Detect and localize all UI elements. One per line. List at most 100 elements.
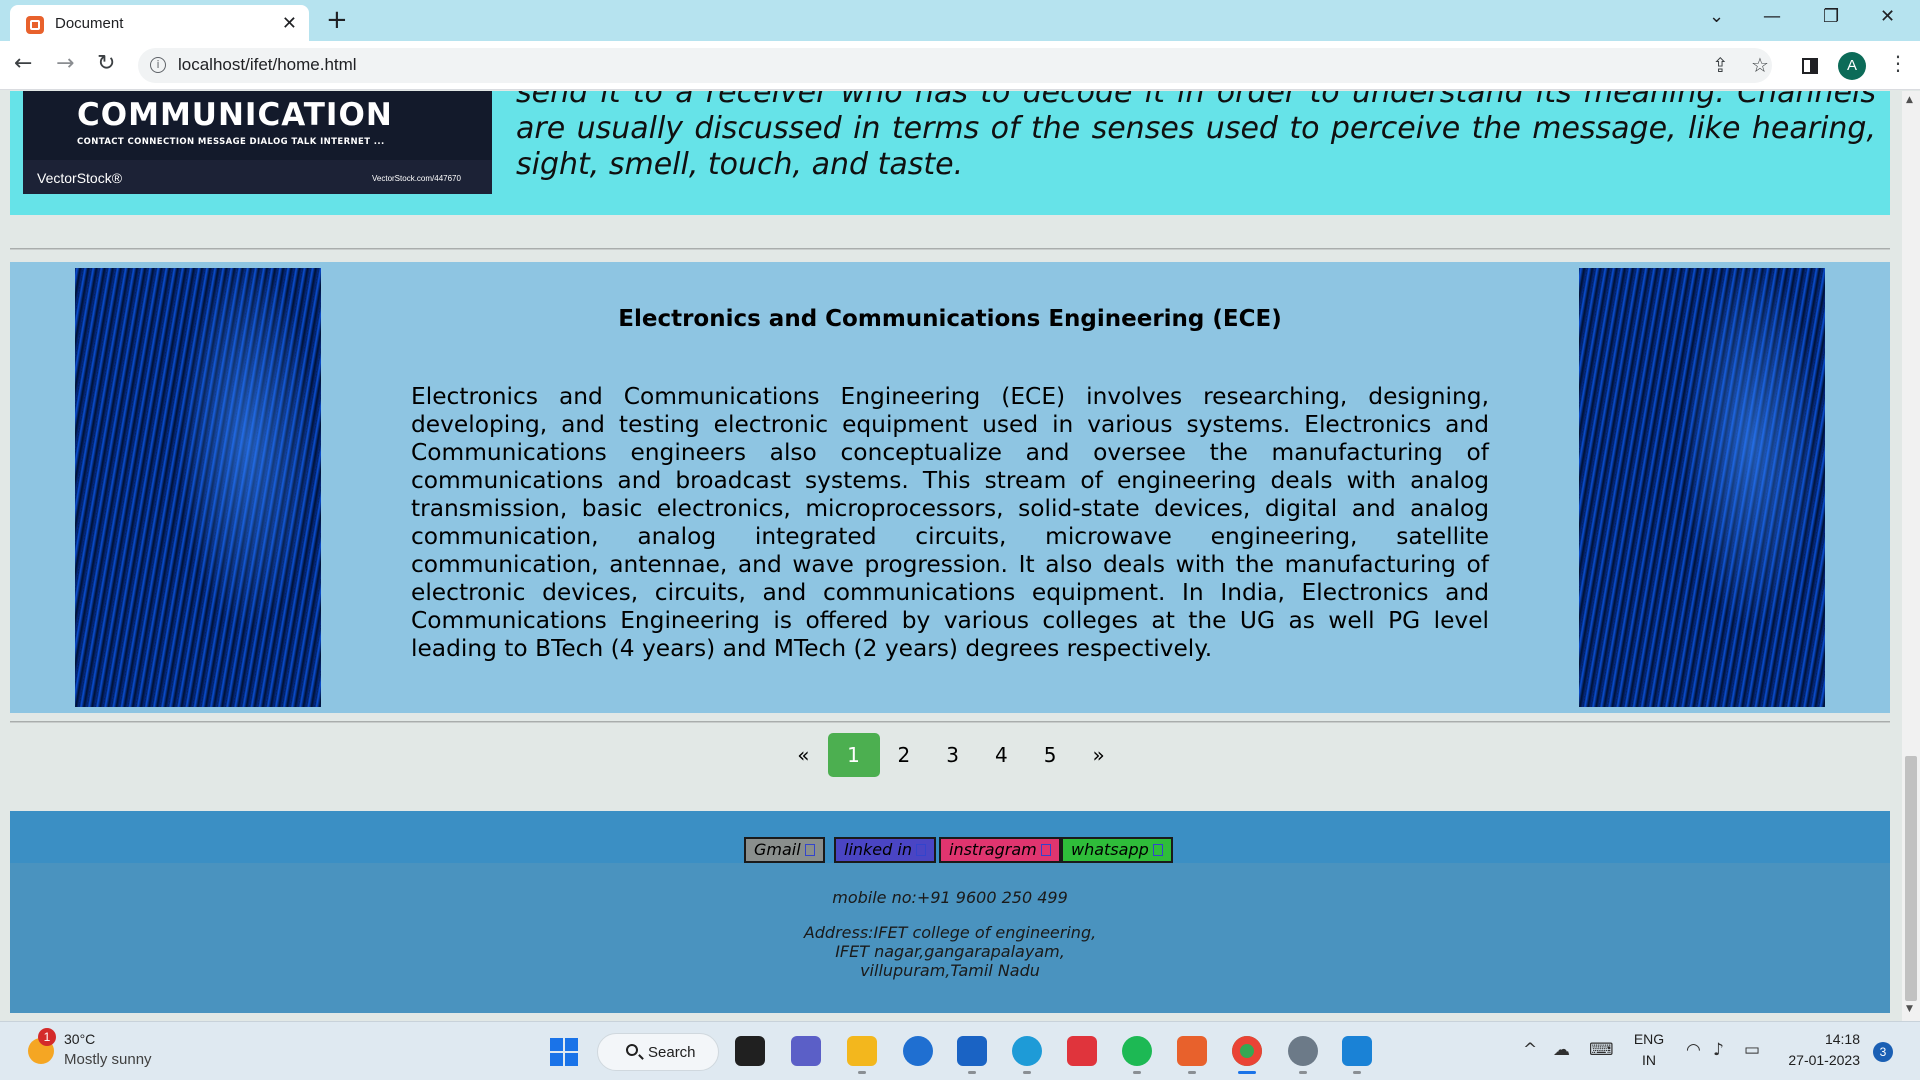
- image-id: VectorStock.com/447670: [372, 174, 461, 183]
- browser-titlebar: Document ✕ + ⌄ — ❐ ✕: [0, 0, 1920, 41]
- back-icon[interactable]: ←: [14, 51, 32, 76]
- scroll-up-icon[interactable]: ▲: [1906, 95, 1913, 105]
- instagram-link[interactable]: instragram: [939, 837, 1061, 863]
- app-icon[interactable]: [903, 1036, 933, 1066]
- pagination-page-4[interactable]: 4: [977, 733, 1026, 777]
- profile-avatar[interactable]: A: [1838, 52, 1866, 80]
- anydesk-icon[interactable]: [1067, 1036, 1097, 1066]
- page-scrollbar[interactable]: ▲ ▼: [1902, 91, 1920, 1021]
- pagination-page-2[interactable]: 2: [880, 733, 929, 777]
- image-subtitle: CONTACT CONNECTION MESSAGE DIALOG TALK I…: [77, 137, 385, 147]
- onedrive-cloud-icon[interactable]: ☁: [1553, 1040, 1570, 1060]
- linkedin-label: linked in: [844, 840, 912, 859]
- footer: Gmail linked in instragram whatsapp mobi…: [10, 811, 1890, 1013]
- battery-icon[interactable]: ▭: [1744, 1040, 1760, 1060]
- pagination-page-1[interactable]: 1: [827, 733, 880, 777]
- browser-toolbar: ← → ↻ i localhost/ifet/home.html ⇪ ☆ A ⋮: [0, 41, 1920, 90]
- region-code[interactable]: IN: [1632, 1052, 1666, 1068]
- running-indicator: [1188, 1071, 1196, 1074]
- bookmark-star-icon[interactable]: ☆: [1751, 53, 1769, 77]
- running-indicator: [1023, 1071, 1031, 1074]
- forward-icon[interactable]: →: [56, 51, 74, 76]
- running-indicator: [1353, 1071, 1361, 1074]
- new-tab-icon[interactable]: +: [326, 5, 348, 35]
- minimize-icon[interactable]: —: [1763, 6, 1781, 27]
- clock-time[interactable]: 14:18: [1780, 1031, 1860, 1047]
- external-link-icon: [804, 844, 815, 856]
- pagination: «1 2 3 4 5»: [0, 733, 1902, 777]
- weather-temperature[interactable]: 30°C: [64, 1031, 95, 1047]
- search-icon: [626, 1044, 638, 1056]
- running-indicator: [1299, 1071, 1307, 1074]
- address-line-3: villupuram,Tamil Nadu: [860, 961, 1040, 980]
- spotify-icon[interactable]: [1122, 1036, 1152, 1066]
- whatsapp-label: whatsapp: [1071, 840, 1149, 859]
- running-indicator: [858, 1071, 866, 1074]
- xampp-icon[interactable]: [1177, 1036, 1207, 1066]
- wifi-icon[interactable]: ◠: [1686, 1040, 1701, 1060]
- show-hidden-icons-chevron-icon[interactable]: ^: [1523, 1040, 1537, 1060]
- tab-title: Document: [55, 15, 124, 32]
- divider: [10, 721, 1890, 723]
- search-label: Search: [648, 1044, 696, 1061]
- site-info-icon[interactable]: i: [150, 57, 166, 73]
- active-indicator: [1238, 1071, 1256, 1074]
- settings-gear-icon[interactable]: [1288, 1036, 1318, 1066]
- weather-description[interactable]: Mostly sunny: [64, 1051, 152, 1068]
- edge-browser-icon[interactable]: [1012, 1036, 1042, 1066]
- browser-menu-icon[interactable]: ⋮: [1888, 51, 1908, 75]
- tab-close-icon[interactable]: ✕: [282, 13, 297, 34]
- side-panel-icon[interactable]: [1802, 58, 1818, 74]
- external-link-icon: [1152, 844, 1163, 856]
- reload-icon[interactable]: ↻: [97, 51, 115, 76]
- browser-tab[interactable]: Document ✕: [10, 5, 309, 41]
- linkedin-link[interactable]: linked in: [834, 837, 936, 863]
- vscode-icon[interactable]: [1342, 1036, 1372, 1066]
- notification-count-badge[interactable]: 3: [1873, 1042, 1893, 1062]
- address-bar[interactable]: i localhost/ifet/home.html ⇪ ☆: [138, 48, 1772, 83]
- file-explorer-icon[interactable]: [847, 1036, 877, 1066]
- pagination-page-5[interactable]: 5: [1026, 733, 1075, 777]
- tab-search-icon[interactable]: ⌄: [1709, 6, 1724, 27]
- keyboard-icon[interactable]: ⌨: [1589, 1040, 1614, 1060]
- language-code[interactable]: ENG: [1632, 1031, 1666, 1047]
- address-line-1: Address:IFET college of engineering,: [803, 923, 1097, 942]
- url-text[interactable]: localhost/ifet/home.html: [178, 55, 357, 75]
- windows-start-icon[interactable]: [550, 1038, 578, 1066]
- fiber-optic-image-right: [1579, 268, 1825, 707]
- pagination-prev[interactable]: «: [779, 733, 827, 777]
- taskbar-search[interactable]: Search: [597, 1033, 719, 1071]
- clock-date[interactable]: 27-01-2023: [1776, 1052, 1860, 1068]
- instagram-label: instragram: [949, 840, 1037, 859]
- teams-chat-icon[interactable]: [791, 1036, 821, 1066]
- task-view-icon[interactable]: [735, 1036, 765, 1066]
- pagination-next[interactable]: »: [1074, 733, 1122, 777]
- microsoft-store-icon[interactable]: [957, 1036, 987, 1066]
- address-line-2: IFET nagar,gangarapalayam,: [835, 942, 1065, 961]
- chrome-icon[interactable]: [1232, 1036, 1262, 1066]
- volume-icon[interactable]: ♪: [1713, 1040, 1724, 1060]
- communication-text: send it to a receiver who has to decode …: [516, 91, 1876, 182]
- fiber-optic-image-left: [75, 268, 321, 707]
- running-indicator: [1133, 1071, 1141, 1074]
- windows-taskbar: 1 30°C Mostly sunny Search ^ ☁ ⌨ ENG IN …: [0, 1021, 1920, 1080]
- scroll-down-icon[interactable]: ▼: [1906, 1004, 1913, 1014]
- ece-section: Electronics and Communications Engineeri…: [10, 262, 1890, 713]
- restore-icon[interactable]: ❐: [1823, 6, 1839, 27]
- external-link-icon: [1040, 844, 1051, 856]
- pagination-page-3[interactable]: 3: [928, 733, 977, 777]
- share-icon[interactable]: ⇪: [1712, 53, 1729, 77]
- xampp-favicon-icon: [26, 16, 44, 34]
- scrollbar-thumb[interactable]: [1905, 756, 1917, 1001]
- divider: [10, 248, 1890, 250]
- ece-description: Electronics and Communications Engineeri…: [411, 383, 1489, 662]
- image-title: COMMUNICATION: [77, 97, 393, 133]
- communication-section: COMMUNICATION CONTACT CONNECTION MESSAGE…: [10, 91, 1890, 215]
- mobile-number: mobile no:+91 9600 250 499: [832, 888, 1068, 907]
- close-window-icon[interactable]: ✕: [1880, 6, 1895, 27]
- whatsapp-link[interactable]: whatsapp: [1061, 837, 1173, 863]
- running-indicator: [968, 1071, 976, 1074]
- gmail-label: Gmail: [754, 840, 801, 859]
- image-brand: VectorStock®: [37, 170, 123, 186]
- gmail-link[interactable]: Gmail: [744, 837, 825, 863]
